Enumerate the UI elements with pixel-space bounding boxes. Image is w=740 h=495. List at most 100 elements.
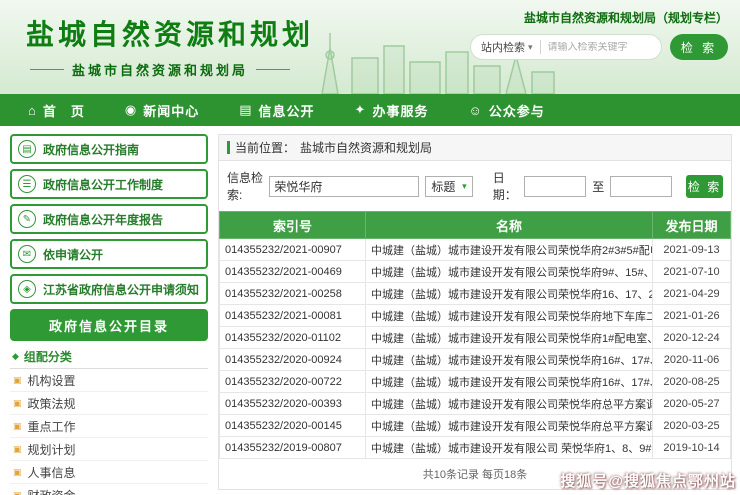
rules-icon: ☰ [18,175,36,193]
cell-name[interactable]: 中城建（盐城）城市建设开发有限公司荣悦华府16#、17#、23#... [366,349,653,371]
sidebar-category-key-work[interactable]: ▣ 重点工作 [10,415,208,438]
cell-index: 014355232/2021-00907 [220,239,366,261]
cell-date: 2020-12-24 [653,327,731,349]
cell-date: 2020-08-25 [653,371,731,393]
table-row[interactable]: 014355232/2020-01102 中城建（盐城）城市建设开发有限公司荣悦… [220,327,731,349]
category-label: 机构设置 [28,372,76,389]
nav-item-news-center[interactable]: ◉ 新闻中心 [125,101,199,120]
site-subtitle-text: 盐城市自然资源和规划局 [72,60,248,79]
table-row[interactable]: 014355232/2021-00081 中城建（盐城）城市建设开发有限公司荣悦… [220,305,731,327]
table-row[interactable]: 014355232/2021-00469 中城建（盐城）城市建设开发有限公司荣悦… [220,261,731,283]
cell-date: 2020-05-27 [653,393,731,415]
search-input[interactable] [548,42,651,53]
table-row[interactable]: 014355232/2020-00145 中城建（盐城）城市建设开发有限公司荣悦… [220,415,731,437]
sidebar-item-annual-report[interactable]: ✎ 政府信息公开年度报告 [10,204,208,234]
filter-label: 信息检索: [227,169,263,203]
site-header: 盐城自然资源和规划 盐城市自然资源和规划局 盐城市自然资源和规划局（规划专栏） … [0,0,740,94]
decor-line [256,69,290,70]
nav-label: 新闻中心 [143,101,199,120]
cell-index: 014355232/2021-00081 [220,305,366,327]
cell-date: 2021-07-10 [653,261,731,283]
table-row[interactable]: 014355232/2021-00258 中城建（盐城）城市建设开发有限公司荣悦… [220,283,731,305]
table-row[interactable]: 014355232/2021-00907 中城建（盐城）城市建设开发有限公司荣悦… [220,239,731,261]
cell-index: 014355232/2021-00469 [220,261,366,283]
search-scope-dropdown[interactable]: 站内检索 [481,39,525,55]
breadcrumb-value: 盐城市自然资源和规划局 [300,139,432,156]
table-row[interactable]: 014355232/2020-00722 中城建（盐城）城市建设开发有限公司荣悦… [220,371,731,393]
bullet-icon: ▣ [13,444,22,455]
guide-icon: ▤ [18,140,36,158]
cell-index: 014355232/2020-00924 [220,349,366,371]
chevron-down-icon[interactable]: ▾ [528,42,533,53]
sidebar-category-fiscal-funds[interactable]: ▣ 财政资金 [10,484,208,495]
chevron-down-icon: ▾ [462,181,467,192]
service-icon: ✦ [355,102,367,118]
nav-item-home[interactable]: ⌂ 首 页 [28,101,85,120]
person-icon: ☺ [468,103,482,118]
table-header-row: 索引号 名称 发布日期 [220,212,731,239]
cell-name[interactable]: 中城建（盐城）城市建设开发有限公司荣悦华府16、17、23、29、... [366,283,653,305]
cell-date: 2020-11-06 [653,349,731,371]
category-group-title: 组配分类 [24,348,72,365]
breadcrumb-label: 当前位置： [235,139,295,156]
sidebar-category-personnel[interactable]: ▣ 人事信息 [10,461,208,484]
filter-search-button[interactable]: 检 索 [686,175,723,198]
main-nav: ⌂ 首 页 ◉ 新闻中心 ▤ 信息公开 ✦ 办事服务 ☺ 公众参与 [0,94,740,126]
bullet-icon: ▣ [13,467,22,478]
category-group-header: ◆ 组配分类 [10,345,208,369]
date-label: 日期： [493,169,518,203]
sidebar-category-planning[interactable]: ▣ 规划计划 [10,438,208,461]
cell-date: 2019-10-14 [653,437,731,459]
field-select[interactable]: 标题 ▾ [425,176,472,197]
news-icon: ◉ [125,102,137,118]
nav-label: 办事服务 [372,101,428,120]
sidebar-item-disclosure-guide[interactable]: ▤ 政府信息公开指南 [10,134,208,164]
cell-name[interactable]: 中城建（盐城）城市建设开发有限公司荣悦华府2#3#5#配电房、4#... [366,239,653,261]
breadcrumb: 当前位置： 盐城市自然资源和规划局 [219,135,731,161]
home-icon: ⌂ [28,103,37,118]
bullet-icon: ▣ [13,490,22,495]
sidebar-directory-title[interactable]: 政府信息公开目录 [10,309,208,341]
sidebar-item-application-notice[interactable]: ◈ 江苏省政府信息公开申请须知 [10,274,208,304]
table-row[interactable]: 014355232/2019-00807 中城建（盐城）城市建设开发有限公司 荣… [220,437,731,459]
cell-name[interactable]: 中城建（盐城）城市建设开发有限公司荣悦华府1#配电室、8#配电室... [366,327,653,349]
sidebar-item-work-rules[interactable]: ☰ 政府信息公开工作制度 [10,169,208,199]
search-box[interactable]: 站内检索 ▾ [470,34,662,60]
cell-index: 014355232/2020-00145 [220,415,366,437]
mail-icon: ✉ [18,245,36,263]
main-panel: 当前位置： 盐城市自然资源和规划局 信息检索: 标题 ▾ 日期： 至 检 索 [218,134,732,490]
header-name: 名称 [366,212,653,239]
document-icon: ▤ [239,102,252,118]
content-area: ▤ 政府信息公开指南 ☰ 政府信息公开工作制度 ✎ 政府信息公开年度报告 ✉ 依… [0,126,740,495]
nav-item-public-participation[interactable]: ☺ 公众参与 [468,101,544,120]
sidebar-category-policies[interactable]: ▣ 政策法规 [10,392,208,415]
bullet-icon: ▣ [13,421,22,432]
nav-label: 信息公开 [259,101,315,120]
cell-name[interactable]: 中城建（盐城）城市建设开发有限公司荣悦华府总平方案调整批后公告 [366,393,653,415]
site-search-button[interactable]: 检 索 [670,34,728,60]
table-row[interactable]: 014355232/2020-00393 中城建（盐城）城市建设开发有限公司荣悦… [220,393,731,415]
cell-name[interactable]: 中城建（盐城）城市建设开发有限公司 荣悦华府1、8、9#配电房补发... [366,437,653,459]
cell-index: 014355232/2020-00722 [220,371,366,393]
cell-name[interactable]: 中城建（盐城）城市建设开发有限公司荣悦华府地下车库二期工程A区-2... [366,305,653,327]
table-row[interactable]: 014355232/2020-00924 中城建（盐城）城市建设开发有限公司荣悦… [220,349,731,371]
sidebar-item-label: 江苏省政府信息公开申请须知 [43,281,199,298]
cell-name[interactable]: 中城建（盐城）城市建设开发有限公司荣悦华府9#、15#、19-20... [366,261,653,283]
keyword-input[interactable] [269,176,419,197]
sidebar: ▤ 政府信息公开指南 ☰ 政府信息公开工作制度 ✎ 政府信息公开年度报告 ✉ 依… [10,134,208,495]
date-to-input[interactable] [610,176,672,197]
category-label: 重点工作 [28,418,76,435]
sidebar-item-apply-disclosure[interactable]: ✉ 依申请公开 [10,239,208,269]
cell-name[interactable]: 中城建（盐城）城市建设开发有限公司荣悦华府总平方案调整 [366,415,653,437]
nav-item-services[interactable]: ✦ 办事服务 [355,101,429,120]
results-table: 索引号 名称 发布日期 014355232/2021-00907 中城建（盐城）… [219,211,731,459]
nav-item-info-disclosure[interactable]: ▤ 信息公开 [239,101,314,120]
bullet-icon: ▣ [13,398,22,409]
category-label: 人事信息 [28,464,76,481]
sidebar-category-organization[interactable]: ▣ 机构设置 [10,369,208,392]
cell-name[interactable]: 中城建（盐城）城市建设开发有限公司荣悦华府16#、17#、23#、... [366,371,653,393]
cell-date: 2021-01-26 [653,305,731,327]
date-from-input[interactable] [524,176,586,197]
sidebar-item-label: 依申请公开 [43,246,103,263]
divider [540,40,541,54]
